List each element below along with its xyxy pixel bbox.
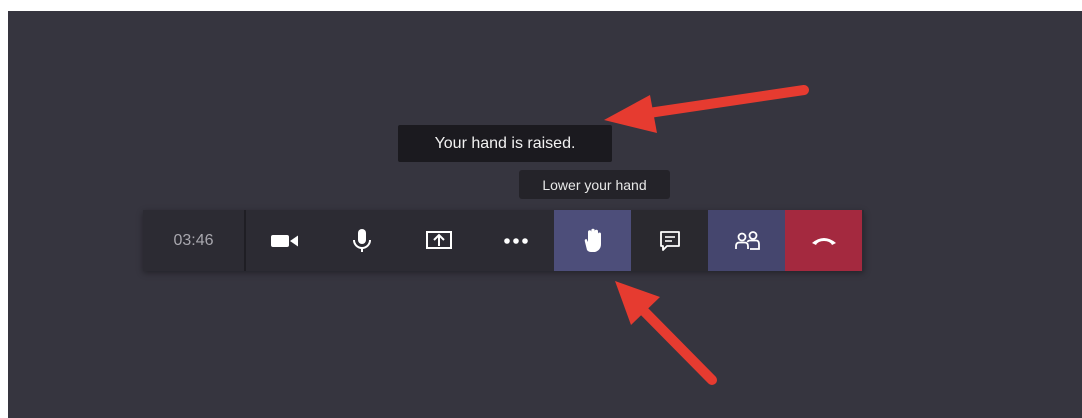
leave-call-button[interactable] [785, 210, 862, 271]
call-control-bar: 03:46 [143, 210, 864, 271]
people-icon [734, 230, 760, 250]
more-options-icon [503, 237, 528, 244]
chat-icon [659, 230, 680, 251]
hand-raised-notification: Your hand is raised. [398, 125, 612, 162]
chat-button[interactable] [631, 210, 708, 271]
video-camera-icon [270, 234, 298, 247]
hand-icon [584, 228, 601, 252]
tooltip-text: Lower your hand [542, 176, 647, 193]
participants-button[interactable] [708, 210, 785, 271]
notification-text: Your hand is raised. [434, 134, 576, 152]
lower-hand-tooltip: Lower your hand [519, 170, 670, 199]
share-screen-button[interactable] [400, 210, 477, 271]
microphone-icon [352, 228, 371, 252]
hang-up-icon [811, 237, 836, 245]
more-options-button[interactable] [477, 210, 554, 271]
call-timer: 03:46 [143, 210, 246, 271]
raise-hand-button[interactable] [554, 210, 631, 271]
camera-button[interactable] [246, 210, 323, 271]
share-screen-icon [425, 230, 452, 249]
microphone-button[interactable] [323, 210, 400, 271]
